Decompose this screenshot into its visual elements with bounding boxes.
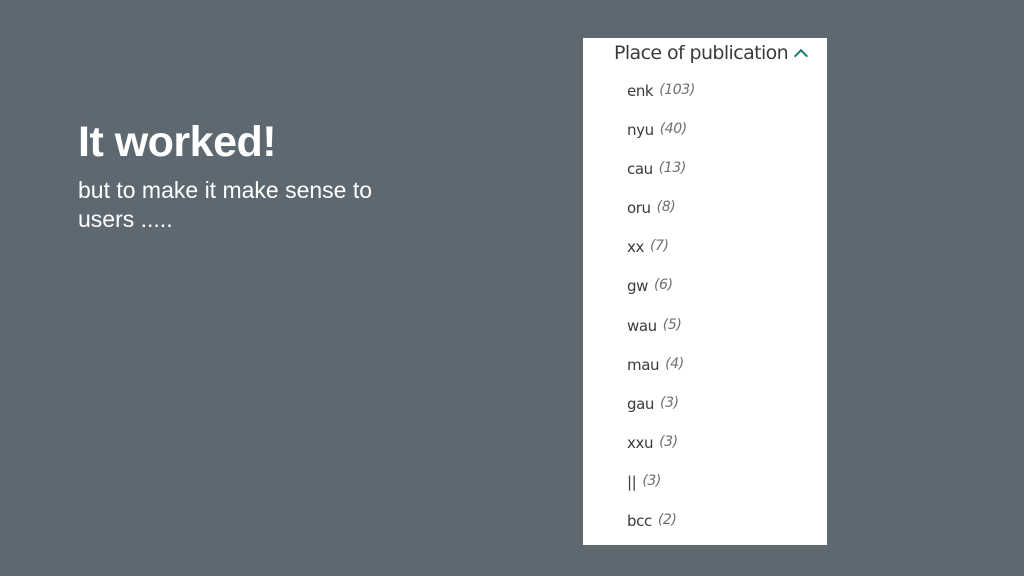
chevron-up-icon: [794, 48, 809, 64]
facet-item-label: bcc: [627, 512, 652, 531]
facet-item[interactable]: || (3): [627, 473, 695, 512]
facet-item[interactable]: nyu (40): [627, 121, 695, 160]
facet-item-count: (3): [642, 472, 661, 489]
facet-item-label: xx: [627, 238, 644, 257]
facet-item-label: wau: [627, 316, 657, 335]
facet-item-label: gau: [627, 394, 655, 413]
facet-item[interactable]: gau (3): [627, 395, 695, 434]
facet-item-count: (13): [658, 160, 687, 177]
facet-item[interactable]: enk (103): [627, 82, 695, 121]
facet-item-count: (3): [660, 394, 679, 411]
place-of-publication-facet: Place of publication enk (103) nyu (40) ca…: [583, 38, 827, 545]
slide-subtitle: but to make it make sense to users .....: [78, 177, 373, 232]
facet-item-label: oru: [627, 199, 651, 218]
facet-item-label: cau: [627, 160, 653, 179]
facet-item-label: nyu: [627, 121, 654, 140]
facet-item-count: (103): [659, 82, 695, 98]
facet-item[interactable]: cau (13): [627, 160, 695, 199]
facet-item-count: (8): [656, 199, 676, 216]
facet-item[interactable]: xx (7): [627, 238, 695, 277]
facet-item[interactable]: mau (4): [627, 356, 695, 395]
facet-item-count: (6): [654, 277, 673, 294]
facet-list: enk (103) nyu (40) cau (13) oru (8) xx (7) gw…: [627, 82, 695, 551]
facet-item-count: (3): [659, 433, 678, 450]
facet-item-count: (4): [665, 355, 684, 372]
facet-item-label: gw: [627, 277, 648, 296]
facet-item-label: ||: [627, 472, 637, 491]
facet-item-count: (5): [662, 316, 682, 333]
facet-item-count: (2): [657, 512, 677, 529]
facet-item[interactable]: xxu (3): [627, 434, 695, 473]
facet-item[interactable]: gw (6): [627, 277, 695, 316]
facet-item[interactable]: wau (5): [627, 317, 695, 356]
facet-item-count: (40): [659, 121, 688, 138]
facet-header-toggle[interactable]: Place of publication: [614, 42, 809, 64]
slide-title: It worked!: [78, 118, 277, 166]
facet-item[interactable]: bcc (2): [627, 512, 695, 551]
facet-item-label: mau: [627, 355, 660, 374]
facet-item-count: (7): [649, 238, 669, 255]
facet-item[interactable]: oru (8): [627, 199, 695, 238]
facet-item-label: enk: [627, 82, 654, 100]
facet-header-label: Place of publication: [614, 42, 789, 64]
facet-item-label: xxu: [627, 433, 654, 452]
